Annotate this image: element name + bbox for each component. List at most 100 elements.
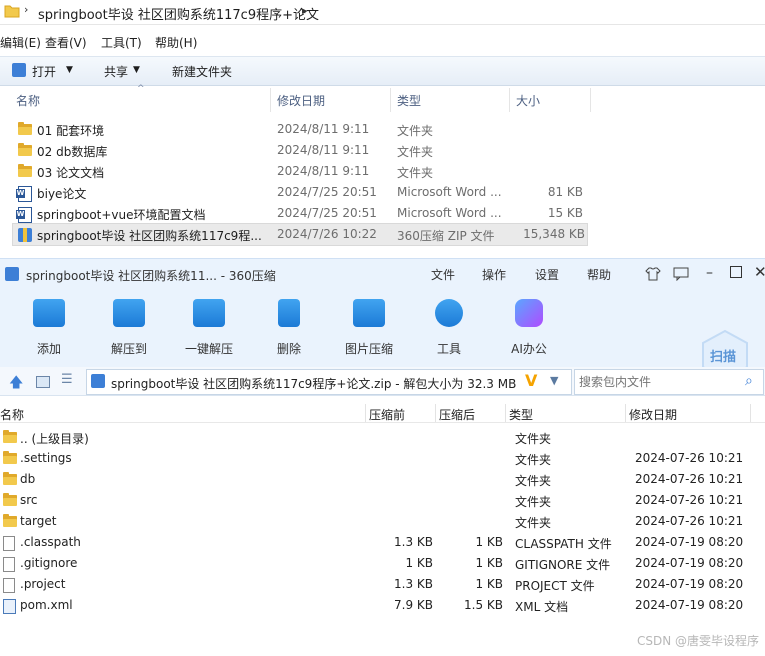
chevron-down-icon[interactable]: ▼ [66,65,73,75]
entry-date: 2024-07-19 08:20 [635,556,744,570]
file-date: 2024/7/25 20:51 [277,185,377,199]
tool-button-7[interactable]: AI办公 [494,293,564,363]
tool-button-3[interactable]: 一键解压 [174,293,244,363]
menu-view[interactable]: 查看(V) [45,34,87,51]
file-row[interactable]: 02 db数据库 2024/8/11 9:11 文件夹 [0,140,590,161]
tool-button-5[interactable]: 图片压缩 [334,293,404,363]
archive-row[interactable]: target 文件夹 2024-07-26 10:21 [0,511,765,532]
column-divider[interactable] [750,404,751,422]
chevron-down-icon[interactable]: ▼ [550,374,558,387]
skin-icon[interactable] [645,267,661,281]
folder-icon [3,430,17,443]
column-divider[interactable] [435,404,436,422]
tool-button-1[interactable]: 添加 [14,293,84,363]
file-type: Microsoft Word ... [397,206,502,220]
column-divider[interactable] [625,404,626,422]
search-field[interactable]: ⌕ [574,369,764,395]
tool-button-2[interactable]: 解压到 [94,293,164,363]
menu-bar: 编辑(E) 查看(V) 工具(T) 帮助(H) [0,32,765,52]
archive-row[interactable]: src 文件夹 2024-07-26 10:21 [0,490,765,511]
watermark: CSDN @唐雯毕设程序 [636,634,759,648]
file-name: 03 论文文档 [37,166,105,180]
menu-tools[interactable]: 工具(T) [101,34,142,51]
list-view-icon[interactable]: ☰ [61,372,73,387]
archive-path-field[interactable]: springboot毕设 社区团购系统117c9程序+论文.zip - 解包大小… [86,369,572,395]
thumbnail-view-icon[interactable] [36,376,50,388]
archive-row[interactable]: .settings 文件夹 2024-07-26 10:21 [0,448,765,469]
chevron-right-icon[interactable]: ▸ [302,4,308,17]
file-type: 360压缩 ZIP 文件 [397,229,495,243]
archive-row[interactable]: .classpath 1.3 KB 1 KB CLASSPATH 文件 2024-07-… [0,532,765,553]
delete-icon [278,299,300,327]
extract-to-icon [113,299,145,327]
column-type[interactable]: 类型 [397,92,421,109]
entry-type: 文件夹 [515,432,552,446]
address-bar[interactable]: › springboot毕设 社区团购系统117c9程序+论文 ▸ [0,0,765,25]
close-icon[interactable]: ✕ [754,263,765,281]
file-row[interactable]: 03 论文文档 2024/8/11 9:11 文件夹 [0,161,590,182]
open-button[interactable]: 打开 [32,63,56,80]
column-divider[interactable] [505,404,506,422]
up-arrow-icon[interactable]: 🡅 [9,372,23,396]
maximize-icon[interactable] [730,266,742,278]
column-divider[interactable] [390,88,391,112]
search-icon[interactable]: ⌕ [745,373,753,389]
column-type[interactable]: 类型 [509,406,533,423]
file-date: 2024/7/25 20:51 [277,206,377,220]
file-row[interactable]: springboot毕设 社区团购系统117c9程... 2024/7/26 10… [12,223,588,246]
v-badge-icon[interactable]: V [525,371,537,390]
file-row[interactable]: 01 配套环境 2024/8/11 9:11 文件夹 [0,119,590,140]
new-folder-button[interactable]: 新建文件夹 [172,63,232,80]
archive-row[interactable]: pom.xml 7.9 KB 1.5 KB XML 文档 2024-07-19 08:2… [0,595,765,616]
menu-settings[interactable]: 设置 [535,266,559,283]
tool-button-6[interactable]: 工具 [414,293,484,363]
column-date[interactable]: 修改日期 [629,406,677,423]
share-button[interactable]: 共享 [104,63,128,80]
archive-row[interactable]: db 文件夹 2024-07-26 10:21 [0,469,765,490]
column-name[interactable]: 名称 [16,92,40,109]
word-icon [16,186,32,202]
tool-label: 添加 [36,342,61,356]
column-divider[interactable] [365,404,366,422]
entry-name: .settings [20,451,72,465]
folder-icon [18,122,32,135]
breadcrumb[interactable]: springboot毕设 社区团购系统117c9程序+论文 [38,4,319,23]
column-divider[interactable] [590,88,591,112]
column-divider[interactable] [509,88,510,112]
file-size: 81 KB [547,185,583,199]
archive-row[interactable]: .. (上级目录) 文件夹 [0,427,765,448]
archive-row[interactable]: .gitignore 1 KB 1 KB GITIGNORE 文件 2024-07-19… [0,553,765,574]
file-name: biye论文 [37,187,87,201]
feedback-icon[interactable] [673,267,689,281]
column-before[interactable]: 压缩前 [369,406,405,423]
file-type: 文件夹 [397,124,434,138]
file-type: Microsoft Word ... [397,185,502,199]
folder-icon [3,451,17,464]
column-divider[interactable] [270,88,271,112]
column-date[interactable]: 修改日期 [277,92,325,109]
menu-file[interactable]: 文件 [431,266,455,283]
menu-help[interactable]: 帮助 [587,266,611,283]
search-input[interactable] [577,373,741,391]
zip-icon [18,228,32,242]
entry-type: XML 文档 [515,600,569,614]
file-date: 2024/8/11 9:11 [277,164,370,178]
chevron-down-icon[interactable]: ▼ [133,65,140,75]
archive-row[interactable]: .project 1.3 KB 1 KB PROJECT 文件 2024-07-19 0… [0,574,765,595]
menu-help[interactable]: 帮助(H) [155,34,197,51]
file-row[interactable]: biye论文 2024/7/25 20:51 Microsoft Word ... 8… [0,182,590,203]
tool-button-4[interactable]: 删除 [254,293,324,363]
column-size[interactable]: 大小 [516,92,540,109]
column-after[interactable]: 压缩后 [439,406,475,423]
add-icon [33,299,65,327]
entry-name: .project [20,577,66,591]
menu-edit[interactable]: 编辑(E) [0,34,41,51]
tool-label: AI办公 [511,342,547,356]
minimize-icon[interactable]: – [706,265,713,281]
column-name[interactable]: 名称 [0,406,24,423]
menu-operation[interactable]: 操作 [482,266,506,283]
file-row[interactable]: springboot+vue环境配置文档 2024/7/25 20:51 Micro… [0,203,590,224]
tools-icon [435,299,463,327]
word-icon [16,207,32,223]
zip-address-bar: 🡅 ☰ springboot毕设 社区团购系统117c9程序+论文.zip - … [0,367,765,396]
